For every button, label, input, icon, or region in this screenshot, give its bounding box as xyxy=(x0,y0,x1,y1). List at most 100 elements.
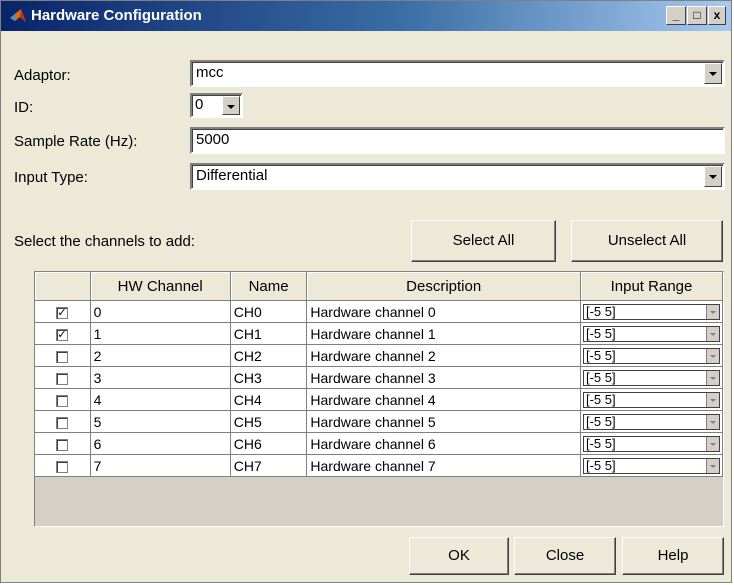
hw-channel-cell[interactable]: 2 xyxy=(90,344,231,367)
row-select-cell[interactable] xyxy=(35,344,91,367)
input-range-value: [-5 5] xyxy=(585,347,616,363)
hw-channel-cell[interactable]: 5 xyxy=(90,410,231,433)
input-range-cell[interactable]: [-5 5] xyxy=(580,344,724,367)
id-select[interactable]: 0 xyxy=(190,93,243,118)
unselect-all-button[interactable]: Unselect All xyxy=(571,220,723,262)
input-range-cell[interactable]: [-5 5] xyxy=(580,454,724,477)
ok-button[interactable]: OK xyxy=(409,537,509,575)
row-select-cell[interactable] xyxy=(35,410,91,433)
input-range-select[interactable]: [-5 5] xyxy=(582,369,720,386)
channel-description-cell[interactable]: Hardware channel 6 xyxy=(306,432,581,455)
input-range-cell[interactable]: [-5 5] xyxy=(580,388,724,411)
table-row[interactable]: 4 CH4 Hardware channel 4 [-5 5] xyxy=(35,388,724,411)
row-select-cell[interactable] xyxy=(35,432,91,455)
hw-channel-cell[interactable]: 0 xyxy=(90,300,231,323)
title-bar[interactable]: Hardware Configuration _ □ x xyxy=(1,1,731,31)
channel-checkbox[interactable] xyxy=(56,328,69,341)
input-type-select[interactable]: Differential xyxy=(190,163,725,190)
row-select-cell[interactable] xyxy=(35,322,91,345)
row-select-cell[interactable] xyxy=(35,454,91,477)
channel-checkbox[interactable] xyxy=(56,416,69,429)
table-row[interactable]: 6 CH6 Hardware channel 6 [-5 5] xyxy=(35,432,724,455)
chevron-down-icon[interactable] xyxy=(706,436,719,451)
chevron-down-icon[interactable] xyxy=(706,304,719,319)
input-range-value: [-5 5] xyxy=(585,369,616,385)
close-button[interactable]: Close xyxy=(514,537,616,575)
chevron-down-icon[interactable] xyxy=(222,96,240,115)
input-range-select[interactable]: [-5 5] xyxy=(582,457,720,474)
chevron-down-icon[interactable] xyxy=(706,392,719,407)
table-row[interactable]: 5 CH5 Hardware channel 5 [-5 5] xyxy=(35,410,724,433)
channel-checkbox[interactable] xyxy=(56,460,69,473)
minimize-button[interactable]: _ xyxy=(666,6,686,25)
input-range-cell[interactable]: [-5 5] xyxy=(580,300,724,323)
channel-checkbox[interactable] xyxy=(56,372,69,385)
channel-name-cell[interactable]: CH0 xyxy=(230,300,308,323)
chevron-down-icon[interactable] xyxy=(704,63,722,84)
chevron-down-icon[interactable] xyxy=(704,166,722,187)
channel-name-cell[interactable]: CH5 xyxy=(230,410,308,433)
sample-rate-input[interactable]: 5000 xyxy=(190,127,725,154)
hw-channel-cell[interactable]: 4 xyxy=(90,388,231,411)
column-header-name[interactable]: Name xyxy=(230,272,308,301)
input-range-select[interactable]: [-5 5] xyxy=(582,347,720,364)
column-header-select[interactable] xyxy=(35,272,91,301)
channel-checkbox[interactable] xyxy=(56,306,69,319)
table-row[interactable]: 2 CH2 Hardware channel 2 [-5 5] xyxy=(35,344,724,367)
select-all-button[interactable]: Select All xyxy=(411,220,556,262)
hw-channel-cell[interactable]: 6 xyxy=(90,432,231,455)
input-range-cell[interactable]: [-5 5] xyxy=(580,432,724,455)
input-range-cell[interactable]: [-5 5] xyxy=(580,322,724,345)
adaptor-value: mcc xyxy=(196,64,224,81)
hw-channel-cell[interactable]: 7 xyxy=(90,454,231,477)
channel-description-cell[interactable]: Hardware channel 7 xyxy=(306,454,581,477)
input-range-select[interactable]: [-5 5] xyxy=(582,391,720,408)
row-select-cell[interactable] xyxy=(35,366,91,389)
chevron-down-icon[interactable] xyxy=(706,326,719,341)
chevron-down-icon[interactable] xyxy=(706,370,719,385)
id-label: ID: xyxy=(14,99,34,116)
channel-description-cell[interactable]: Hardware channel 1 xyxy=(306,322,581,345)
chevron-down-icon[interactable] xyxy=(706,414,719,429)
help-button[interactable]: Help xyxy=(622,537,724,575)
channel-name-cell[interactable]: CH6 xyxy=(230,432,308,455)
table-row[interactable]: 1CH1Hardware channel 1[-5 5] xyxy=(35,322,724,345)
channel-name-cell[interactable]: CH4 xyxy=(230,388,308,411)
channel-description-cell[interactable]: Hardware channel 3 xyxy=(306,366,581,389)
hw-channel-cell[interactable]: 1 xyxy=(90,322,231,345)
hw-channel-cell[interactable]: 3 xyxy=(90,366,231,389)
close-window-button[interactable]: x xyxy=(708,6,726,25)
column-header-description[interactable]: Description xyxy=(306,272,581,301)
chevron-down-icon[interactable] xyxy=(706,458,719,473)
channel-description-cell[interactable]: Hardware channel 4 xyxy=(306,388,581,411)
channel-description-cell[interactable]: Hardware channel 5 xyxy=(306,410,581,433)
maximize-button[interactable]: □ xyxy=(687,6,707,25)
column-header-hw-channel[interactable]: HW Channel xyxy=(90,272,231,301)
input-range-select[interactable]: [-5 5] xyxy=(582,325,720,342)
channel-checkbox[interactable] xyxy=(56,350,69,363)
channel-name-cell[interactable]: CH1 xyxy=(230,322,308,345)
input-range-value: [-5 5] xyxy=(585,435,616,451)
input-range-cell[interactable]: [-5 5] xyxy=(580,366,724,389)
channel-name-cell[interactable]: CH3 xyxy=(230,366,308,389)
channel-checkbox[interactable] xyxy=(56,394,69,407)
table-row[interactable]: 3 CH3 Hardware channel 3 [-5 5] xyxy=(35,366,724,389)
input-range-select[interactable]: [-5 5] xyxy=(582,435,720,452)
input-range-cell[interactable]: [-5 5] xyxy=(580,410,724,433)
column-header-input-range[interactable]: Input Range xyxy=(580,272,724,301)
table-row[interactable]: 7 CH7 Hardware channel 7 [-5 5] xyxy=(35,454,724,477)
channel-description-cell[interactable]: Hardware channel 2 xyxy=(306,344,581,367)
input-type-value: Differential xyxy=(196,167,268,184)
channel-description-cell[interactable]: Hardware channel 0 xyxy=(306,300,581,323)
channel-checkbox[interactable] xyxy=(56,438,69,451)
channel-name-cell[interactable]: CH2 xyxy=(230,344,308,367)
chevron-down-icon[interactable] xyxy=(706,348,719,363)
input-range-select[interactable]: [-5 5] xyxy=(582,303,720,320)
id-value: 0 xyxy=(195,96,204,113)
row-select-cell[interactable] xyxy=(35,300,91,323)
table-row[interactable]: 0CH0Hardware channel 0[-5 5] xyxy=(35,300,724,323)
channel-name-cell[interactable]: CH7 xyxy=(230,454,308,477)
row-select-cell[interactable] xyxy=(35,388,91,411)
input-range-select[interactable]: [-5 5] xyxy=(582,413,720,430)
adaptor-select[interactable]: mcc xyxy=(190,60,725,87)
